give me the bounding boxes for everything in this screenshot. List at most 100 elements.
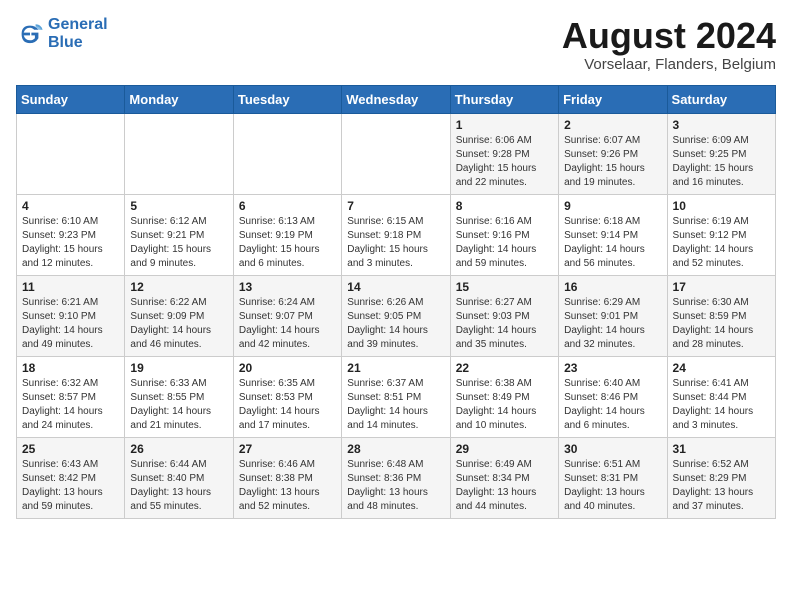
calendar-week-row: 4 Sunrise: 6:10 AM Sunset: 9:23 PM Daylig…: [17, 194, 776, 275]
day-of-week-header: Saturday: [667, 85, 775, 113]
calendar-week-row: 25Sunrise: 6:43 AM Sunset: 8:42 PM Dayli…: [17, 437, 776, 518]
day-number: 23: [564, 361, 661, 375]
day-number: 21: [347, 361, 444, 375]
calendar-cell: 18 Sunrise: 6:32 AM Sunset: 8:57 PM Dayli…: [17, 356, 125, 437]
calendar-title: August 2024: [562, 16, 776, 56]
day-info: Sunrise: 6:09 AM Sunset: 9:25 PM Dayligh…: [673, 134, 770, 190]
calendar-cell: 21 Sunrise: 6:37 AM Sunset: 8:51 PM Dayli…: [342, 356, 450, 437]
day-number: 12: [130, 280, 227, 294]
calendar-week-row: 11 Sunrise: 6:21 AM Sunset: 9:10 PM Dayli…: [17, 275, 776, 356]
calendar-cell: 17 Sunrise: 6:30 AM Sunset: 8:59 PM Dayli…: [667, 275, 775, 356]
day-info: Sunrise: 6:07 AM Sunset: 9:26 PM Dayligh…: [564, 134, 661, 190]
day-number: 14: [347, 280, 444, 294]
calendar-cell: 10 Sunrise: 6:19 AM Sunset: 9:12 PM Dayli…: [667, 194, 775, 275]
day-number: 4: [22, 199, 119, 213]
calendar-subtitle: Vorselaar, Flanders, Belgium: [562, 56, 776, 73]
calendar-cell: 13 Sunrise: 6:24 AM Sunset: 9:07 PM Dayli…: [233, 275, 341, 356]
calendar-cell: 25Sunrise: 6:43 AM Sunset: 8:42 PM Dayli…: [17, 437, 125, 518]
day-info: Sunrise: 6:48 AM Sunset: 8:36 PM Dayligh…: [347, 458, 444, 514]
day-of-week-header: Wednesday: [342, 85, 450, 113]
calendar-cell: 5Sunrise: 6:12 AM Sunset: 9:21 PM Daylig…: [125, 194, 233, 275]
day-info: Sunrise: 6:43 AM Sunset: 8:42 PM Dayligh…: [22, 458, 119, 514]
day-of-week-header: Friday: [559, 85, 667, 113]
calendar-cell: 2Sunrise: 6:07 AM Sunset: 9:26 PM Daylig…: [559, 113, 667, 194]
day-number: 20: [239, 361, 336, 375]
day-info: Sunrise: 6:52 AM Sunset: 8:29 PM Dayligh…: [673, 458, 770, 514]
day-of-week-header: Sunday: [17, 85, 125, 113]
calendar-cell: 12 Sunrise: 6:22 AM Sunset: 9:09 PM Dayli…: [125, 275, 233, 356]
day-number: 9: [564, 199, 661, 213]
calendar-cell: 3 Sunrise: 6:09 AM Sunset: 9:25 PM Daylig…: [667, 113, 775, 194]
day-number: 15: [456, 280, 553, 294]
calendar-cell: [17, 113, 125, 194]
calendar-cell: [233, 113, 341, 194]
day-number: 11: [22, 280, 119, 294]
day-info: Sunrise: 6:22 AM Sunset: 9:09 PM Dayligh…: [130, 296, 227, 352]
calendar-cell: 15Sunrise: 6:27 AM Sunset: 9:03 PM Dayli…: [450, 275, 558, 356]
day-number: 16: [564, 280, 661, 294]
logo: General Blue: [16, 16, 108, 52]
day-number: 19: [130, 361, 227, 375]
day-number: 3: [673, 118, 770, 132]
day-number: 7: [347, 199, 444, 213]
title-block: August 2024 Vorselaar, Flanders, Belgium: [562, 16, 776, 73]
day-number: 22: [456, 361, 553, 375]
day-number: 18: [22, 361, 119, 375]
calendar-cell: 31 Sunrise: 6:52 AM Sunset: 8:29 PM Dayli…: [667, 437, 775, 518]
day-info: Sunrise: 6:38 AM Sunset: 8:49 PM Dayligh…: [456, 377, 553, 433]
day-info: Sunrise: 6:19 AM Sunset: 9:12 PM Dayligh…: [673, 215, 770, 271]
day-info: Sunrise: 6:10 AM Sunset: 9:23 PM Dayligh…: [22, 215, 119, 271]
day-info: Sunrise: 6:32 AM Sunset: 8:57 PM Dayligh…: [22, 377, 119, 433]
calendar-cell: 7Sunrise: 6:15 AM Sunset: 9:18 PM Daylig…: [342, 194, 450, 275]
calendar-week-row: 18 Sunrise: 6:32 AM Sunset: 8:57 PM Dayli…: [17, 356, 776, 437]
calendar-cell: [125, 113, 233, 194]
calendar-week-row: 1 Sunrise: 6:06 AM Sunset: 9:28 PM Daylig…: [17, 113, 776, 194]
day-info: Sunrise: 6:49 AM Sunset: 8:34 PM Dayligh…: [456, 458, 553, 514]
day-number: 30: [564, 442, 661, 456]
day-info: Sunrise: 6:12 AM Sunset: 9:21 PM Dayligh…: [130, 215, 227, 271]
calendar-cell: 8 Sunrise: 6:16 AM Sunset: 9:16 PM Daylig…: [450, 194, 558, 275]
day-info: Sunrise: 6:41 AM Sunset: 8:44 PM Dayligh…: [673, 377, 770, 433]
day-info: Sunrise: 6:16 AM Sunset: 9:16 PM Dayligh…: [456, 215, 553, 271]
day-info: Sunrise: 6:30 AM Sunset: 8:59 PM Dayligh…: [673, 296, 770, 352]
calendar-cell: 4 Sunrise: 6:10 AM Sunset: 9:23 PM Daylig…: [17, 194, 125, 275]
logo-icon: [16, 20, 44, 48]
logo-text: General Blue: [48, 16, 108, 52]
day-number: 1: [456, 118, 553, 132]
calendar-cell: 14 Sunrise: 6:26 AM Sunset: 9:05 PM Dayli…: [342, 275, 450, 356]
day-number: 29: [456, 442, 553, 456]
day-of-week-header: Thursday: [450, 85, 558, 113]
day-number: 26: [130, 442, 227, 456]
day-info: Sunrise: 6:06 AM Sunset: 9:28 PM Dayligh…: [456, 134, 553, 190]
calendar-cell: 26 Sunrise: 6:44 AM Sunset: 8:40 PM Dayli…: [125, 437, 233, 518]
day-info: Sunrise: 6:13 AM Sunset: 9:19 PM Dayligh…: [239, 215, 336, 271]
day-info: Sunrise: 6:44 AM Sunset: 8:40 PM Dayligh…: [130, 458, 227, 514]
day-of-week-header: Monday: [125, 85, 233, 113]
day-number: 28: [347, 442, 444, 456]
day-number: 8: [456, 199, 553, 213]
day-number: 24: [673, 361, 770, 375]
calendar-cell: 28 Sunrise: 6:48 AM Sunset: 8:36 PM Dayli…: [342, 437, 450, 518]
calendar-cell: 6Sunrise: 6:13 AM Sunset: 9:19 PM Daylig…: [233, 194, 341, 275]
day-number: 27: [239, 442, 336, 456]
day-info: Sunrise: 6:21 AM Sunset: 9:10 PM Dayligh…: [22, 296, 119, 352]
calendar-header-row: SundayMondayTuesdayWednesdayThursdayFrid…: [17, 85, 776, 113]
calendar-cell: 19Sunrise: 6:33 AM Sunset: 8:55 PM Dayli…: [125, 356, 233, 437]
day-info: Sunrise: 6:37 AM Sunset: 8:51 PM Dayligh…: [347, 377, 444, 433]
calendar-cell: 1 Sunrise: 6:06 AM Sunset: 9:28 PM Daylig…: [450, 113, 558, 194]
calendar-cell: 22 Sunrise: 6:38 AM Sunset: 8:49 PM Dayli…: [450, 356, 558, 437]
calendar-cell: 24 Sunrise: 6:41 AM Sunset: 8:44 PM Dayli…: [667, 356, 775, 437]
calendar-cell: 9 Sunrise: 6:18 AM Sunset: 9:14 PM Daylig…: [559, 194, 667, 275]
day-info: Sunrise: 6:18 AM Sunset: 9:14 PM Dayligh…: [564, 215, 661, 271]
calendar-cell: [342, 113, 450, 194]
day-info: Sunrise: 6:26 AM Sunset: 9:05 PM Dayligh…: [347, 296, 444, 352]
calendar-table: SundayMondayTuesdayWednesdayThursdayFrid…: [16, 85, 776, 519]
day-number: 17: [673, 280, 770, 294]
calendar-cell: 27 Sunrise: 6:46 AM Sunset: 8:38 PM Dayli…: [233, 437, 341, 518]
day-number: 13: [239, 280, 336, 294]
day-info: Sunrise: 6:46 AM Sunset: 8:38 PM Dayligh…: [239, 458, 336, 514]
day-number: 10: [673, 199, 770, 213]
day-of-week-header: Tuesday: [233, 85, 341, 113]
day-number: 31: [673, 442, 770, 456]
day-info: Sunrise: 6:24 AM Sunset: 9:07 PM Dayligh…: [239, 296, 336, 352]
